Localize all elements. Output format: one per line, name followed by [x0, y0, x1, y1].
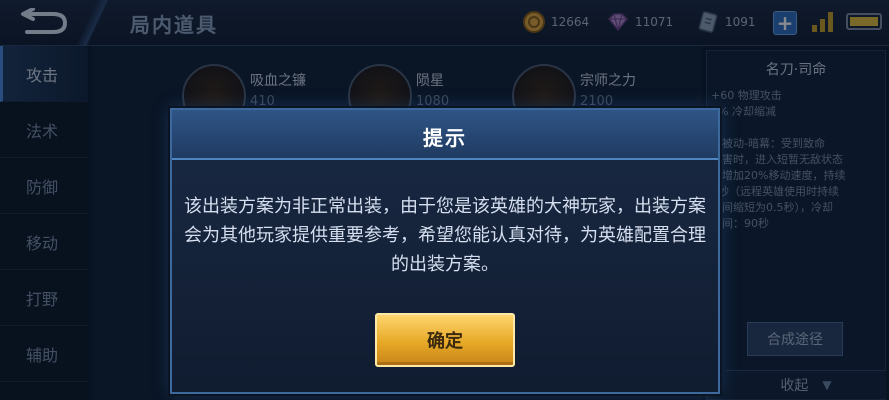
dialog-title: 提示 [423, 126, 467, 150]
dialog-message: 该出装方案为非正常出装，由于您是该英雄的大神玩家，出装方案会为其他玩家提供重要参… [184, 196, 706, 275]
notice-dialog: 提示 该出装方案为非正常出装，由于您是该英雄的大神玩家，出装方案会为其他玩家提供… [170, 108, 720, 394]
confirm-button[interactable]: 确定 [375, 313, 515, 367]
